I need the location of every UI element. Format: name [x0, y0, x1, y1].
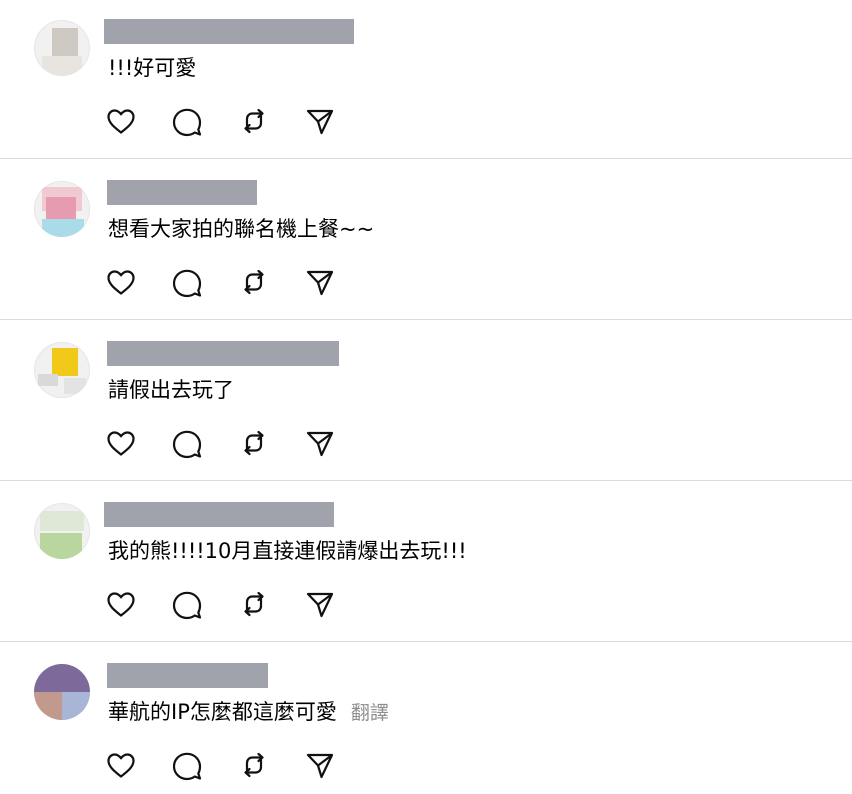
send-icon — [306, 592, 334, 618]
share-button[interactable] — [303, 266, 337, 298]
reply-text-content: 想看大家拍的聯名機上餐~~ — [108, 217, 375, 241]
repost-icon — [244, 108, 264, 134]
reply-text: 我的熊!!!!10月直接連假請爆出去玩!!! — [108, 537, 467, 565]
reply-text-content: 華航的IP怎麼都這麼可愛 — [108, 700, 337, 724]
reply-item: 想看大家拍的聯名機上餐~~ — [0, 161, 852, 322]
reply-text: 華航的IP怎麼都這麼可愛 翻譯 — [108, 698, 389, 727]
username-redacted[interactable] — [104, 19, 354, 44]
like-button[interactable] — [104, 749, 138, 781]
repost-button[interactable] — [237, 105, 271, 137]
reply-text-content: 我的熊!!!!10月直接連假請爆出去玩!!! — [108, 539, 467, 563]
comment-button[interactable] — [170, 266, 204, 298]
translate-link[interactable]: 翻譯 — [351, 702, 389, 724]
reply-item: 華航的IP怎麼都這麼可愛 翻譯 — [0, 644, 852, 794]
reply-text-content: !!!好可愛 — [108, 56, 197, 80]
comment-button[interactable] — [170, 749, 204, 781]
repost-button[interactable] — [237, 427, 271, 459]
send-icon — [306, 753, 334, 779]
repost-icon — [244, 269, 264, 295]
divider — [0, 158, 852, 159]
comment-bubble-icon — [172, 108, 202, 137]
repost-icon — [244, 591, 264, 617]
divider — [0, 319, 852, 320]
heart-icon — [107, 753, 135, 778]
share-button[interactable] — [303, 105, 337, 137]
avatar[interactable] — [34, 20, 90, 76]
avatar[interactable] — [34, 181, 90, 237]
like-button[interactable] — [104, 105, 138, 137]
reply-text: 想看大家拍的聯名機上餐~~ — [108, 215, 374, 243]
reply-item: !!!好可愛 — [0, 0, 852, 161]
reply-text: 請假出去玩了 — [108, 376, 234, 404]
like-button[interactable] — [104, 427, 138, 459]
share-button[interactable] — [303, 749, 337, 781]
avatar-blur-block — [52, 348, 78, 376]
comment-button[interactable] — [170, 427, 204, 459]
comment-button[interactable] — [170, 105, 204, 137]
reply-text-content: 請假出去玩了 — [108, 378, 234, 402]
like-button[interactable] — [104, 266, 138, 298]
reply-feed: !!!好可愛 想看大家拍的聯名機上餐~~ 請假出去玩了 我的熊!!!!10月直接… — [0, 0, 852, 794]
share-button[interactable] — [303, 588, 337, 620]
avatar-blur-block — [62, 692, 90, 720]
repost-button[interactable] — [237, 588, 271, 620]
avatar-blur-block — [64, 378, 86, 394]
heart-icon — [107, 592, 135, 617]
avatar-blur-block — [34, 692, 62, 720]
username-redacted[interactable] — [107, 663, 268, 688]
comment-bubble-icon — [172, 269, 202, 298]
avatar-blur-block — [40, 511, 84, 531]
repost-button[interactable] — [237, 266, 271, 298]
repost-button[interactable] — [237, 749, 271, 781]
send-icon — [306, 109, 334, 135]
username-redacted[interactable] — [107, 341, 339, 366]
reply-item: 我的熊!!!!10月直接連假請爆出去玩!!! — [0, 483, 852, 644]
avatar[interactable] — [34, 342, 90, 398]
comment-bubble-icon — [172, 591, 202, 620]
comment-bubble-icon — [172, 752, 202, 781]
comment-button[interactable] — [170, 588, 204, 620]
username-redacted[interactable] — [107, 180, 257, 205]
heart-icon — [107, 431, 135, 456]
reply-item: 請假出去玩了 — [0, 322, 852, 483]
avatar-blur-block — [42, 219, 84, 237]
share-button[interactable] — [303, 427, 337, 459]
username-redacted[interactable] — [104, 502, 334, 527]
heart-icon — [107, 270, 135, 295]
avatar-blur-block — [42, 56, 82, 76]
like-button[interactable] — [104, 588, 138, 620]
heart-icon — [107, 109, 135, 134]
avatar-blur-block — [40, 533, 82, 559]
send-icon — [306, 431, 334, 457]
send-icon — [306, 270, 334, 296]
avatar[interactable] — [34, 664, 90, 720]
avatar-blur-block — [34, 664, 90, 692]
divider — [0, 641, 852, 642]
avatar[interactable] — [34, 503, 90, 559]
comment-bubble-icon — [172, 430, 202, 459]
repost-icon — [244, 430, 264, 456]
reply-text: !!!好可愛 — [108, 54, 196, 82]
divider — [0, 480, 852, 481]
avatar-blur-block — [38, 374, 58, 386]
avatar-blur-block — [46, 197, 76, 219]
repost-icon — [244, 752, 264, 778]
